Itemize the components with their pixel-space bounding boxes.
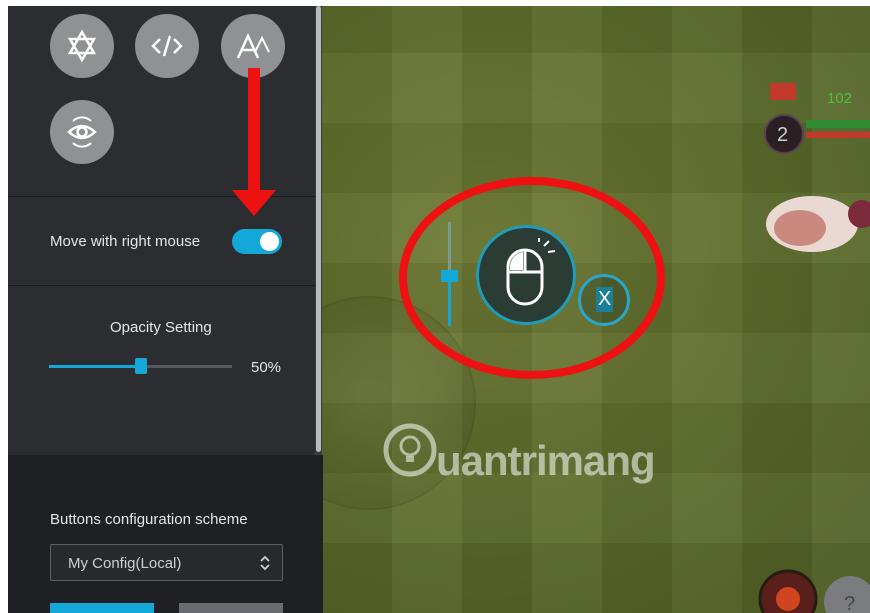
secondary-button[interactable] xyxy=(179,603,283,613)
opacity-value: 50% xyxy=(251,359,282,376)
opacity-slider-fill xyxy=(49,365,141,368)
font-size-icon xyxy=(236,32,270,59)
toggle-knob xyxy=(260,232,279,251)
watermark-logo-icon xyxy=(383,423,437,477)
character-sprite xyxy=(766,196,870,252)
move-right-mouse-label: Move with right mouse xyxy=(50,233,201,250)
section-divider xyxy=(8,285,315,286)
opacity-slider-thumb[interactable] xyxy=(134,358,147,374)
apply-button[interactable] xyxy=(50,603,154,613)
star-of-david-button[interactable] xyxy=(50,14,114,78)
app-frame: 102 2 ? uantrimang Move with right mouse… xyxy=(0,0,870,613)
mouse-control-widget[interactable] xyxy=(476,225,576,325)
settings-panel-lower xyxy=(8,455,323,613)
hp-text: 102 xyxy=(827,90,852,107)
scrollbar-thumb[interactable] xyxy=(316,6,321,452)
buttons-config-title: Buttons configuration scheme xyxy=(50,511,248,528)
enemy-hud: 102 2 xyxy=(764,83,870,154)
move-right-mouse-toggle[interactable] xyxy=(232,229,282,254)
widget-slider-thumb[interactable] xyxy=(441,270,458,282)
watermark-text: uantrimang xyxy=(436,437,656,484)
config-scheme-value: My Config(Local) xyxy=(68,555,182,572)
font-size-button[interactable] xyxy=(221,14,285,78)
mouse-icon xyxy=(506,238,556,306)
widget-close-button[interactable]: X xyxy=(596,287,613,312)
eye-rotate-button[interactable] xyxy=(50,100,114,164)
level-text: 2 xyxy=(777,124,788,146)
chevron-up-down-icon xyxy=(260,555,270,571)
star-of-david-icon xyxy=(67,29,97,63)
eye-rotate-icon xyxy=(67,116,97,148)
config-scheme-select[interactable]: My Config(Local) xyxy=(50,544,283,581)
widget-slider-fill xyxy=(448,282,451,326)
code-button[interactable] xyxy=(135,14,199,78)
section-divider xyxy=(8,196,315,197)
skill-buttons[interactable]: ? xyxy=(752,564,870,613)
svg-text:?: ? xyxy=(844,593,855,613)
code-brackets-icon xyxy=(151,35,183,57)
opacity-title: Opacity Setting xyxy=(110,319,212,336)
